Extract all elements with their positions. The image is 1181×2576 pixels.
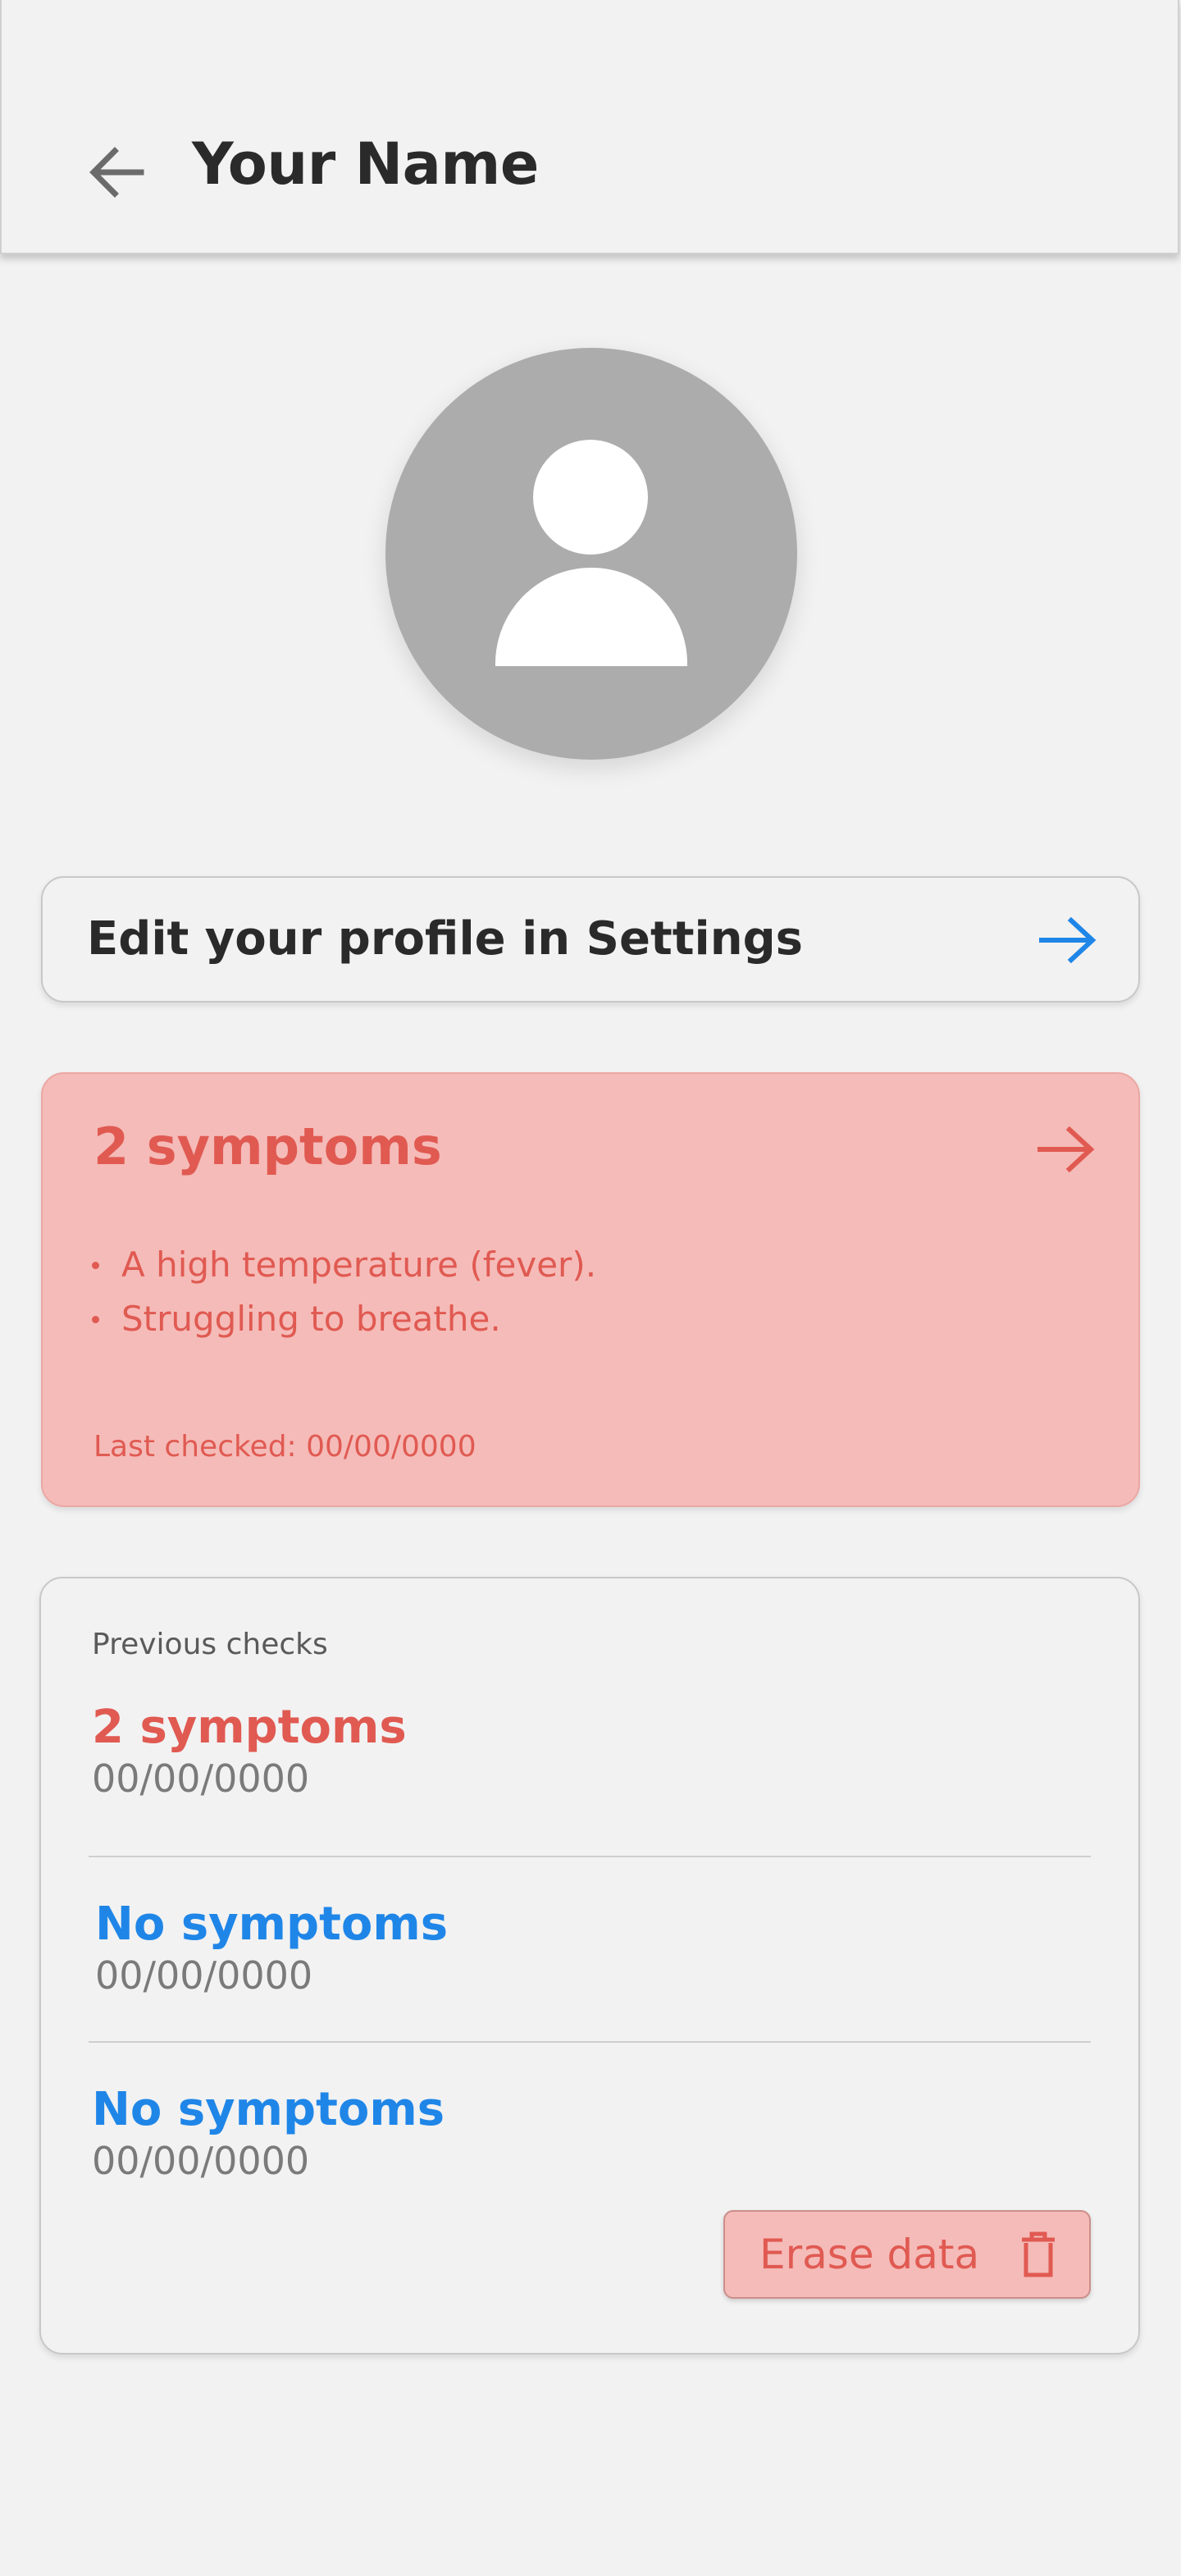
list-item[interactable]: 2 symptoms 00/00/0000 — [92, 1701, 1092, 1816]
check-date: 00/00/0000 — [92, 1756, 310, 1801]
edit-profile-label: Edit your profile in Settings — [87, 912, 804, 966]
edit-profile-link[interactable]: Edit your profile in Settings — [41, 876, 1140, 1003]
previous-checks-card: Previous checks 2 symptoms 00/00/0000 No… — [39, 1577, 1140, 2354]
symptom-item: Struggling to breathe. — [92, 1292, 596, 1346]
arrow-right-icon — [1037, 1126, 1096, 1176]
avatar — [385, 348, 797, 760]
check-date: 00/00/0000 — [95, 1953, 313, 1998]
list-item[interactable]: No symptoms 00/00/0000 — [92, 2084, 1092, 2199]
erase-data-label: Erase data — [759, 2231, 980, 2278]
list-item[interactable]: No symptoms 00/00/0000 — [95, 1898, 1096, 2013]
symptom-result-card[interactable]: 2 symptoms A high temperature (fever). S… — [41, 1072, 1140, 1507]
check-status: No symptoms — [92, 2083, 445, 2136]
divider — [89, 1856, 1091, 1857]
arrow-right-icon — [1038, 916, 1097, 966]
previous-checks-header: Previous checks — [92, 1628, 328, 1661]
check-date: 00/00/0000 — [92, 2139, 310, 2183]
app-bar: Your Name — [0, 0, 1179, 254]
symptom-count: 2 symptoms — [93, 1117, 442, 1176]
check-status: 2 symptoms — [92, 1701, 407, 1754]
check-status: No symptoms — [95, 1898, 449, 1951]
page-title: Your Name — [192, 130, 539, 198]
symptom-list: A high temperature (fever). Struggling t… — [92, 1238, 596, 1346]
back-button[interactable] — [75, 131, 157, 205]
divider — [89, 2041, 1091, 2043]
erase-data-button[interactable]: Erase data — [723, 2210, 1091, 2299]
symptom-item: A high temperature (fever). — [92, 1238, 596, 1292]
trash-icon — [1019, 2230, 1058, 2282]
last-checked-date: Last checked: 00/00/0000 — [93, 1430, 477, 1464]
